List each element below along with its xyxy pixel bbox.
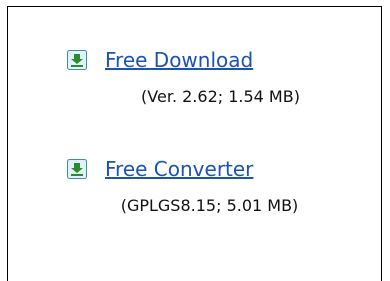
download-version-info: (Ver. 2.62; 1.54 MB) <box>141 87 300 106</box>
download-arrow-icon[interactable] <box>67 159 87 179</box>
download-link-row[interactable]: Free Converter <box>67 156 253 182</box>
free-converter-link[interactable]: Free Converter <box>105 156 253 182</box>
free-download-link[interactable]: Free Download <box>105 47 253 73</box>
converter-version-info: (GPLGS8.15; 5.01 MB) <box>120 196 299 215</box>
download-arrow-icon[interactable] <box>67 50 87 70</box>
download-link-row[interactable]: Free Download <box>67 47 253 73</box>
download-panel: Free Download (Ver. 2.62; 1.54 MB) Free … <box>7 6 382 281</box>
